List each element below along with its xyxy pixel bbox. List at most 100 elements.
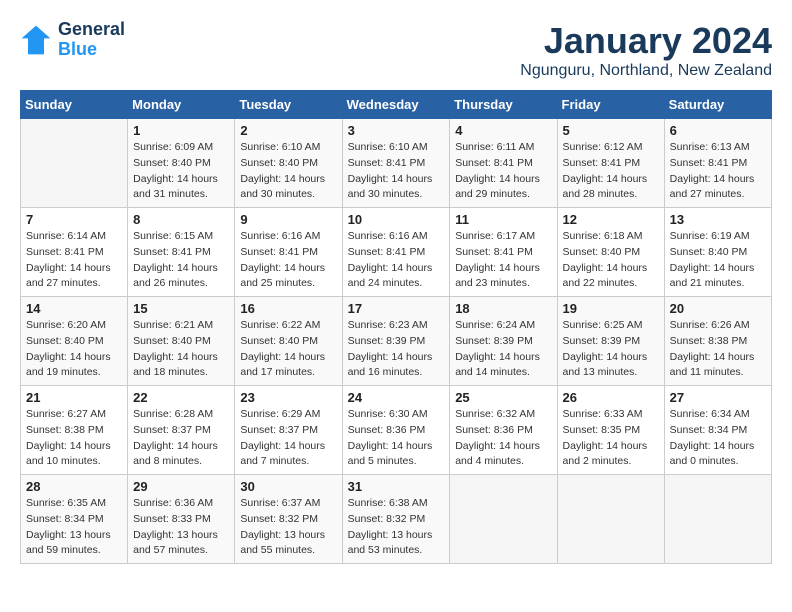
- day-number: 13: [670, 212, 766, 227]
- calendar-cell: 23 Sunrise: 6:29 AM Sunset: 8:37 PM Dayli…: [235, 386, 342, 475]
- calendar-cell: 6 Sunrise: 6:13 AM Sunset: 8:41 PM Daylig…: [664, 119, 771, 208]
- calendar-cell: 8Sunrise: 6:15 AM Sunset: 8:41 PM Daylig…: [128, 208, 235, 297]
- calendar-week-1: 1Sunrise: 6:09 AM Sunset: 8:40 PM Daylig…: [21, 119, 772, 208]
- calendar-week-3: 14 Sunrise: 6:20 AM Sunset: 8:40 PM Dayli…: [21, 297, 772, 386]
- calendar-cell: 22Sunrise: 6:28 AM Sunset: 8:37 PM Dayli…: [128, 386, 235, 475]
- calendar-table: SundayMondayTuesdayWednesdayThursdayFrid…: [20, 90, 772, 564]
- day-number: 21: [26, 390, 122, 405]
- day-number: 14: [26, 301, 122, 316]
- calendar-cell: 28Sunrise: 6:35 AM Sunset: 8:34 PM Dayli…: [21, 475, 128, 564]
- day-info: Sunrise: 6:15 AM Sunset: 8:41 PM Dayligh…: [133, 229, 229, 292]
- calendar-cell: 10 Sunrise: 6:16 AM Sunset: 8:41 PM Dayli…: [342, 208, 450, 297]
- calendar-cell: [21, 119, 128, 208]
- day-number: 15: [133, 301, 229, 316]
- day-number: 17: [348, 301, 445, 316]
- day-info: Sunrise: 6:14 AM Sunset: 8:41 PM Dayligh…: [26, 229, 122, 292]
- day-info: Sunrise: 6:22 AM Sunset: 8:40 PM Dayligh…: [240, 318, 336, 381]
- calendar-cell: 12 Sunrise: 6:18 AM Sunset: 8:40 PM Dayli…: [557, 208, 664, 297]
- day-info: Sunrise: 6:16 AM Sunset: 8:41 PM Dayligh…: [348, 229, 445, 292]
- day-number: 12: [563, 212, 659, 227]
- calendar-cell: 24 Sunrise: 6:30 AM Sunset: 8:36 PM Dayli…: [342, 386, 450, 475]
- logo-icon: [20, 24, 52, 56]
- day-info: Sunrise: 6:19 AM Sunset: 8:40 PM Dayligh…: [670, 229, 766, 292]
- day-number: 26: [563, 390, 659, 405]
- day-number: 4: [455, 123, 551, 138]
- day-number: 2: [240, 123, 336, 138]
- day-info: Sunrise: 6:12 AM Sunset: 8:41 PM Dayligh…: [563, 140, 659, 203]
- day-info: Sunrise: 6:23 AM Sunset: 8:39 PM Dayligh…: [348, 318, 445, 381]
- column-header-friday: Friday: [557, 91, 664, 119]
- day-number: 27: [670, 390, 766, 405]
- day-number: 19: [563, 301, 659, 316]
- day-info: Sunrise: 6:32 AM Sunset: 8:36 PM Dayligh…: [455, 407, 551, 470]
- day-number: 7: [26, 212, 122, 227]
- day-info: Sunrise: 6:24 AM Sunset: 8:39 PM Dayligh…: [455, 318, 551, 381]
- calendar-body: 1Sunrise: 6:09 AM Sunset: 8:40 PM Daylig…: [21, 119, 772, 564]
- calendar-title: January 2024: [520, 20, 772, 62]
- day-number: 1: [133, 123, 229, 138]
- calendar-cell: 20 Sunrise: 6:26 AM Sunset: 8:38 PM Dayli…: [664, 297, 771, 386]
- calendar-subtitle: Ngunguru, Northland, New Zealand: [520, 62, 772, 80]
- day-info: Sunrise: 6:33 AM Sunset: 8:35 PM Dayligh…: [563, 407, 659, 470]
- day-info: Sunrise: 6:10 AM Sunset: 8:41 PM Dayligh…: [348, 140, 445, 203]
- calendar-cell: 2 Sunrise: 6:10 AM Sunset: 8:40 PM Daylig…: [235, 119, 342, 208]
- calendar-cell: [557, 475, 664, 564]
- page-header: General Blue January 2024 Ngunguru, Nort…: [20, 20, 772, 80]
- day-info: Sunrise: 6:30 AM Sunset: 8:36 PM Dayligh…: [348, 407, 445, 470]
- day-info: Sunrise: 6:11 AM Sunset: 8:41 PM Dayligh…: [455, 140, 551, 203]
- calendar-cell: 11Sunrise: 6:17 AM Sunset: 8:41 PM Dayli…: [450, 208, 557, 297]
- day-info: Sunrise: 6:21 AM Sunset: 8:40 PM Dayligh…: [133, 318, 229, 381]
- day-number: 16: [240, 301, 336, 316]
- day-info: Sunrise: 6:17 AM Sunset: 8:41 PM Dayligh…: [455, 229, 551, 292]
- day-info: Sunrise: 6:36 AM Sunset: 8:33 PM Dayligh…: [133, 496, 229, 559]
- day-info: Sunrise: 6:35 AM Sunset: 8:34 PM Dayligh…: [26, 496, 122, 559]
- day-info: Sunrise: 6:27 AM Sunset: 8:38 PM Dayligh…: [26, 407, 122, 470]
- calendar-cell: 5Sunrise: 6:12 AM Sunset: 8:41 PM Daylig…: [557, 119, 664, 208]
- day-info: Sunrise: 6:26 AM Sunset: 8:38 PM Dayligh…: [670, 318, 766, 381]
- calendar-cell: [664, 475, 771, 564]
- calendar-header-row: SundayMondayTuesdayWednesdayThursdayFrid…: [21, 91, 772, 119]
- day-number: 24: [348, 390, 445, 405]
- calendar-cell: 14 Sunrise: 6:20 AM Sunset: 8:40 PM Dayli…: [21, 297, 128, 386]
- day-number: 10: [348, 212, 445, 227]
- day-number: 30: [240, 479, 336, 494]
- day-info: Sunrise: 6:20 AM Sunset: 8:40 PM Dayligh…: [26, 318, 122, 381]
- calendar-week-5: 28Sunrise: 6:35 AM Sunset: 8:34 PM Dayli…: [21, 475, 772, 564]
- column-header-tuesday: Tuesday: [235, 91, 342, 119]
- calendar-week-2: 7 Sunrise: 6:14 AM Sunset: 8:41 PM Daylig…: [21, 208, 772, 297]
- logo-text: General Blue: [58, 20, 125, 60]
- column-header-thursday: Thursday: [450, 91, 557, 119]
- title-block: January 2024 Ngunguru, Northland, New Ze…: [520, 20, 772, 80]
- logo: General Blue: [20, 20, 125, 60]
- day-number: 23: [240, 390, 336, 405]
- calendar-cell: 7 Sunrise: 6:14 AM Sunset: 8:41 PM Daylig…: [21, 208, 128, 297]
- calendar-cell: 16 Sunrise: 6:22 AM Sunset: 8:40 PM Dayli…: [235, 297, 342, 386]
- day-number: 6: [670, 123, 766, 138]
- day-number: 25: [455, 390, 551, 405]
- calendar-cell: 9 Sunrise: 6:16 AM Sunset: 8:41 PM Daylig…: [235, 208, 342, 297]
- day-info: Sunrise: 6:38 AM Sunset: 8:32 PM Dayligh…: [348, 496, 445, 559]
- day-info: Sunrise: 6:13 AM Sunset: 8:41 PM Dayligh…: [670, 140, 766, 203]
- day-info: Sunrise: 6:34 AM Sunset: 8:34 PM Dayligh…: [670, 407, 766, 470]
- calendar-cell: [450, 475, 557, 564]
- day-info: Sunrise: 6:10 AM Sunset: 8:40 PM Dayligh…: [240, 140, 336, 203]
- calendar-cell: 4 Sunrise: 6:11 AM Sunset: 8:41 PM Daylig…: [450, 119, 557, 208]
- calendar-cell: 13 Sunrise: 6:19 AM Sunset: 8:40 PM Dayli…: [664, 208, 771, 297]
- calendar-cell: 31 Sunrise: 6:38 AM Sunset: 8:32 PM Dayli…: [342, 475, 450, 564]
- day-number: 31: [348, 479, 445, 494]
- calendar-cell: 25 Sunrise: 6:32 AM Sunset: 8:36 PM Dayli…: [450, 386, 557, 475]
- day-info: Sunrise: 6:37 AM Sunset: 8:32 PM Dayligh…: [240, 496, 336, 559]
- calendar-cell: 21 Sunrise: 6:27 AM Sunset: 8:38 PM Dayli…: [21, 386, 128, 475]
- column-header-sunday: Sunday: [21, 91, 128, 119]
- day-number: 22: [133, 390, 229, 405]
- day-info: Sunrise: 6:29 AM Sunset: 8:37 PM Dayligh…: [240, 407, 336, 470]
- day-number: 18: [455, 301, 551, 316]
- day-info: Sunrise: 6:18 AM Sunset: 8:40 PM Dayligh…: [563, 229, 659, 292]
- column-header-monday: Monday: [128, 91, 235, 119]
- day-number: 3: [348, 123, 445, 138]
- day-number: 9: [240, 212, 336, 227]
- day-info: Sunrise: 6:16 AM Sunset: 8:41 PM Dayligh…: [240, 229, 336, 292]
- day-number: 20: [670, 301, 766, 316]
- calendar-cell: 26 Sunrise: 6:33 AM Sunset: 8:35 PM Dayli…: [557, 386, 664, 475]
- calendar-cell: 18 Sunrise: 6:24 AM Sunset: 8:39 PM Dayli…: [450, 297, 557, 386]
